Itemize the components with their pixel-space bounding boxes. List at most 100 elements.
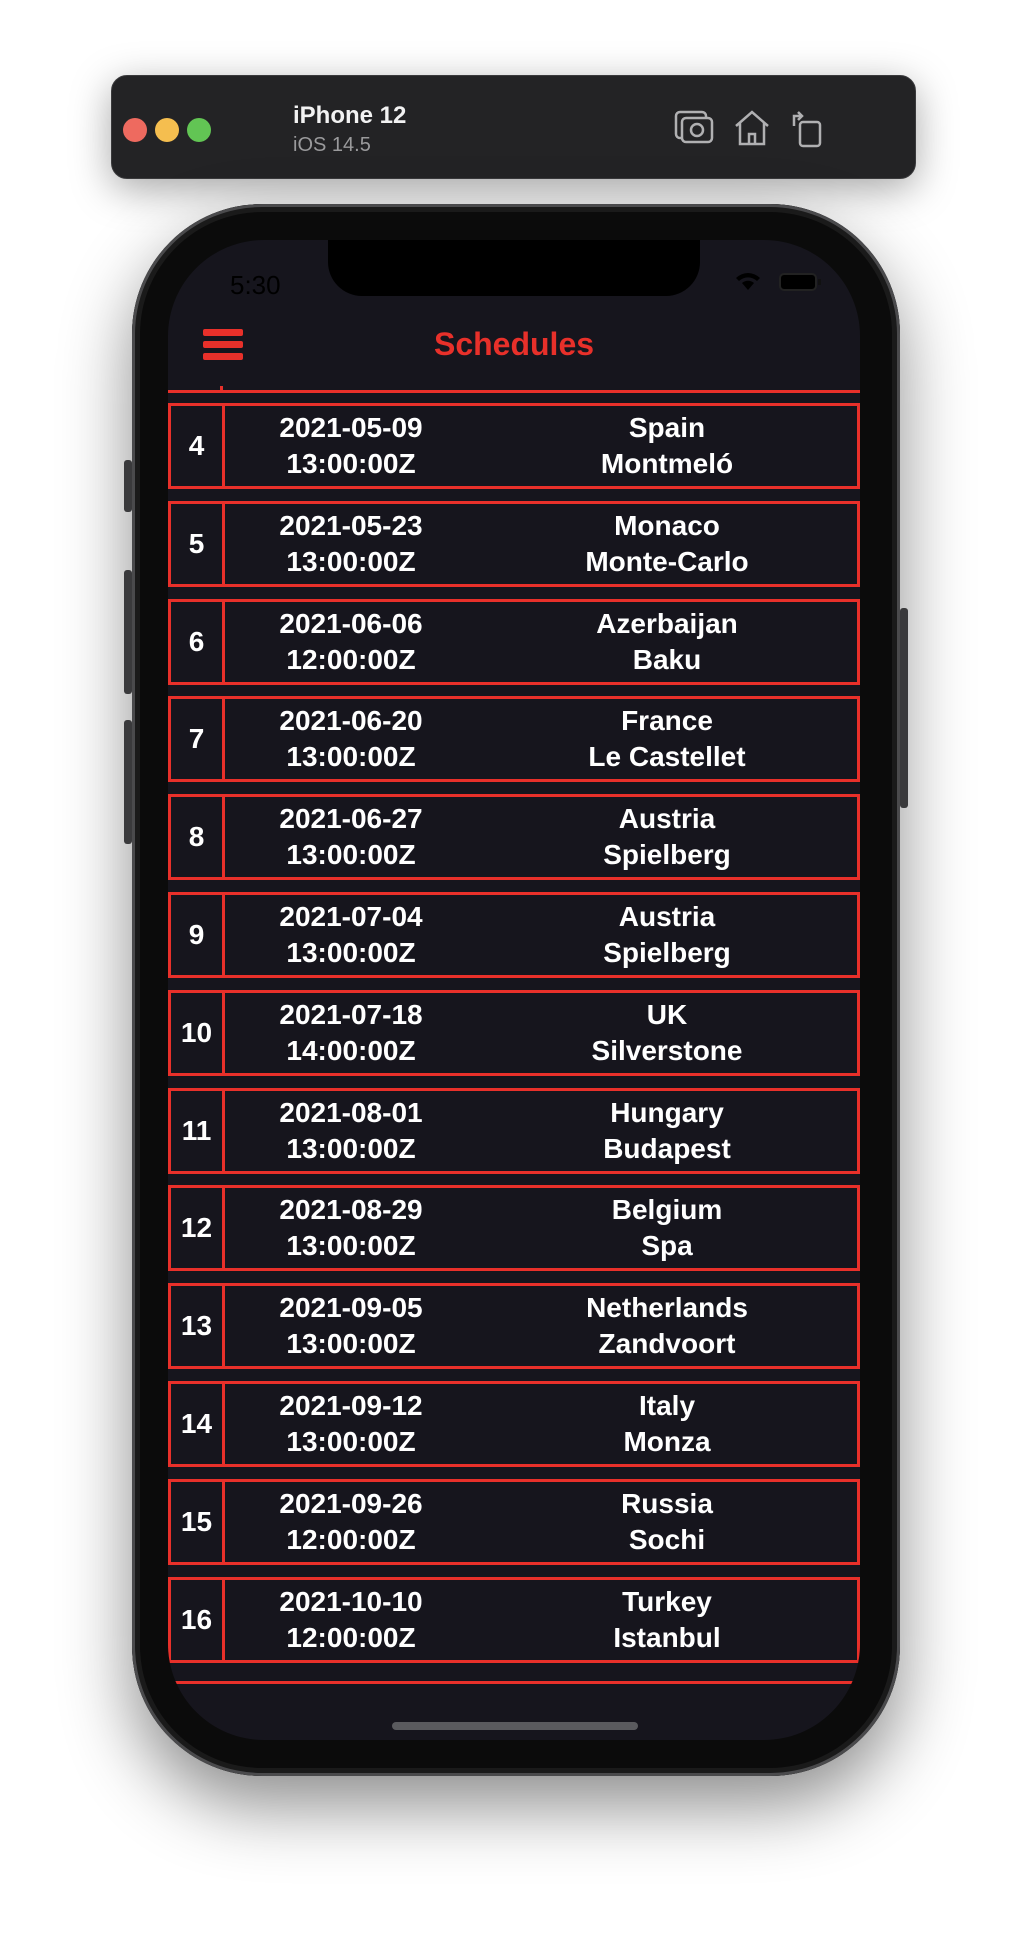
race-date: 2021-06-06 xyxy=(279,607,423,639)
race-country: Hungary xyxy=(610,1096,724,1128)
race-country: Monaco xyxy=(614,509,720,541)
race-time: 13:00:00Z xyxy=(286,741,416,773)
table-row[interactable]: 7 2021-06-20 13:00:00Z France Le Castellet xyxy=(168,696,860,783)
race-time: 13:00:00Z xyxy=(286,545,416,577)
race-date: 2021-06-27 xyxy=(279,803,423,835)
status-time: 5:30 xyxy=(230,270,281,300)
race-locality: Le Castellet xyxy=(588,741,746,773)
race-location: Austria Spielberg xyxy=(477,797,857,877)
race-location: Turkey Istanbul xyxy=(477,1580,857,1660)
race-datetime: 2021-06-27 13:00:00Z xyxy=(225,797,477,877)
round-number: 10 xyxy=(171,992,225,1073)
race-country: Italy xyxy=(638,1390,696,1421)
previous-row-divider xyxy=(220,386,223,391)
table-row[interactable]: 4 2021-05-09 13:00:00Z Spain Montmeló xyxy=(168,403,860,489)
race-locality: Istanbul xyxy=(613,1621,721,1653)
home-indicator[interactable] xyxy=(392,1722,638,1730)
table-row[interactable]: 15 2021-09-26 12:00:00Z Russia Sochi xyxy=(168,1478,860,1565)
race-location: Austria Spielberg xyxy=(477,895,857,975)
close-window-button[interactable] xyxy=(123,118,147,142)
table-row[interactable]: 5 2021-05-23 13:00:00Z Monaco Monte-Carlo xyxy=(168,500,860,587)
race-date: 2021-10-10 xyxy=(279,1585,423,1617)
race-date: 2021-06-20 xyxy=(279,705,423,737)
race-datetime: 2021-07-18 14:00:00Z xyxy=(225,993,477,1073)
race-locality: Spa xyxy=(641,1230,693,1262)
rotate-icon[interactable] xyxy=(784,106,828,150)
race-country: Belgium xyxy=(611,1194,723,1226)
round-number: 16 xyxy=(171,1579,225,1660)
notch xyxy=(328,240,700,296)
race-time: 13:00:00Z xyxy=(286,839,416,871)
table-row[interactable]: 14 2021-09-12 13:00:00Z Italy Monza xyxy=(168,1381,860,1467)
race-date: 2021-09-26 xyxy=(279,1487,423,1519)
volume-up-button xyxy=(124,570,132,694)
race-country: Azerbaijan xyxy=(596,607,738,639)
race-locality: Montmeló xyxy=(600,448,734,479)
race-time: 13:00:00Z xyxy=(286,1426,416,1457)
round-number: 14 xyxy=(171,1384,225,1464)
race-date: 2021-07-18 xyxy=(279,998,423,1030)
zoom-window-button[interactable] xyxy=(187,118,211,142)
race-location: Monaco Monte-Carlo xyxy=(477,504,857,584)
race-country: UK xyxy=(646,998,688,1030)
minimize-window-button[interactable] xyxy=(155,118,179,142)
race-date: 2021-05-09 xyxy=(279,412,423,443)
race-locality: Zandvoort xyxy=(598,1328,736,1360)
race-time: 13:00:00Z xyxy=(286,1328,416,1360)
race-location: Russia Sochi xyxy=(477,1482,857,1562)
race-location: Hungary Budapest xyxy=(477,1091,857,1171)
race-time: 13:00:00Z xyxy=(286,448,416,479)
round-number: 15 xyxy=(171,1481,225,1562)
round-number: 11 xyxy=(171,1090,225,1171)
volume-down-button xyxy=(124,720,132,844)
race-time: 13:00:00Z xyxy=(286,1132,416,1164)
race-datetime: 2021-10-10 12:00:00Z xyxy=(225,1580,477,1660)
race-datetime: 2021-06-20 13:00:00Z xyxy=(225,699,477,779)
race-location: UK Silverstone xyxy=(477,993,857,1073)
race-date: 2021-08-29 xyxy=(279,1194,423,1226)
next-row-border xyxy=(168,1681,860,1684)
table-row[interactable]: 12 2021-08-29 13:00:00Z Belgium Spa xyxy=(168,1185,860,1272)
race-datetime: 2021-05-23 13:00:00Z xyxy=(225,504,477,584)
race-time: 12:00:00Z xyxy=(286,1523,416,1555)
race-date: 2021-05-23 xyxy=(279,509,423,541)
race-time: 12:00:00Z xyxy=(286,643,416,675)
table-row[interactable]: 13 2021-09-05 13:00:00Z Netherlands Zandvoor… xyxy=(168,1283,860,1370)
round-number: 7 xyxy=(171,699,225,780)
simulator-toolbar: iPhone 12 iOS 14.5 xyxy=(111,75,916,179)
race-location: Netherlands Zandvoort xyxy=(477,1286,857,1366)
race-location: France Le Castellet xyxy=(477,699,857,779)
table-row[interactable]: 9 2021-07-04 13:00:00Z Austria Spielberg xyxy=(168,892,860,978)
camera-icon[interactable] xyxy=(672,106,716,150)
race-datetime: 2021-09-05 13:00:00Z xyxy=(225,1286,477,1366)
round-number: 9 xyxy=(171,895,225,975)
round-number: 4 xyxy=(171,406,225,486)
device-name: iPhone 12 xyxy=(293,102,407,129)
battery-icon xyxy=(779,273,821,291)
race-locality: Silverstone xyxy=(591,1034,743,1066)
wifi-icon xyxy=(736,273,760,290)
app-screen: 5:30 Schedules 4 2021-05-09 13:00:00Z Spain… xyxy=(168,240,860,1740)
table-row[interactable]: 16 2021-10-10 12:00:00Z Turkey Istanbul xyxy=(168,1576,860,1663)
race-locality: Spielberg xyxy=(603,839,731,871)
table-row[interactable]: 10 2021-07-18 14:00:00Z UK Silverstone xyxy=(168,989,860,1076)
round-number: 8 xyxy=(171,797,225,878)
table-row[interactable]: 11 2021-08-01 13:00:00Z Hungary Budapest xyxy=(168,1087,860,1174)
race-datetime: 2021-06-06 12:00:00Z xyxy=(225,602,477,682)
race-time: 13:00:00Z xyxy=(286,937,416,968)
race-time: 12:00:00Z xyxy=(286,1621,416,1653)
power-button xyxy=(900,608,908,808)
table-row[interactable]: 8 2021-06-27 13:00:00Z Austria Spielberg xyxy=(168,794,860,881)
race-date: 2021-09-12 xyxy=(279,1390,423,1421)
race-location: Spain Montmeló xyxy=(477,406,857,486)
table-row[interactable]: 6 2021-06-06 12:00:00Z Azerbaijan Baku xyxy=(168,598,860,685)
race-country: Netherlands xyxy=(586,1292,748,1324)
race-country: Spain xyxy=(628,412,706,443)
race-locality: Monte-Carlo xyxy=(585,545,749,577)
race-location: Italy Monza xyxy=(477,1384,857,1464)
race-date: 2021-08-01 xyxy=(279,1096,423,1128)
home-icon[interactable] xyxy=(730,106,774,150)
race-time: 14:00:00Z xyxy=(286,1034,416,1066)
race-location: Belgium Spa xyxy=(477,1188,857,1268)
round-number: 12 xyxy=(171,1188,225,1269)
